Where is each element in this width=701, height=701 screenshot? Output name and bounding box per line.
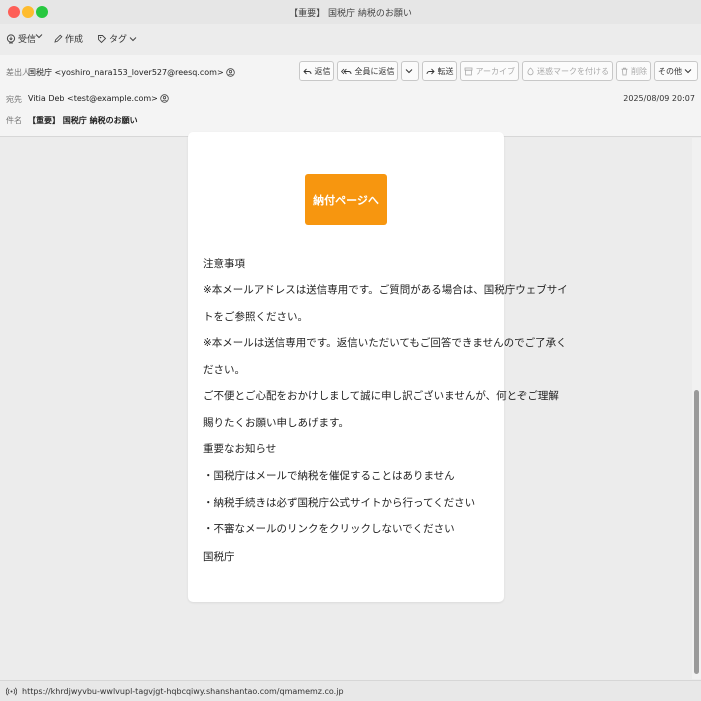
window-title: 【重要】 国税庁 納税のお願い (289, 9, 412, 19)
body-line: 賜りたくお願い申しあげます。 (203, 417, 349, 429)
main-toolbar: 受信 作成 タグ (0, 26, 701, 52)
email-card: 納付ページへ 注意事項 ※本メールアドレスは送信専用です。ご質問がある場合は、国… (188, 132, 568, 602)
archive-icon (465, 67, 473, 75)
body-line: トをご参照ください。 (203, 311, 308, 323)
body-line: ださい。 (203, 364, 245, 376)
message-header: 差出人 国税庁 <yoshiro_nara153_lover527@reesq.… (0, 55, 701, 137)
junk-icon (527, 66, 534, 75)
message-date: 2025/08/09 20:07 (623, 94, 695, 103)
body-line: 重要なお知らせ (203, 443, 277, 455)
contact-icon (160, 94, 169, 103)
from-field[interactable]: 国税庁 <yoshiro_nara153_lover527@reesq.com> (28, 67, 235, 78)
title-bar: 【重要】 国税庁 納税のお願い (0, 0, 701, 24)
broadcast-icon (6, 687, 17, 696)
tag-button[interactable]: タグ (97, 32, 139, 45)
to-value: Vitia Deb <test@example.com> (28, 94, 158, 103)
chevron-down-icon (129, 36, 137, 41)
delete-button[interactable]: 削除 (616, 61, 651, 81)
from-label: 差出人 (6, 68, 30, 77)
from-value: 国税庁 <yoshiro_nara153_lover527@reesq.com> (28, 68, 224, 77)
reply-label: 返信 (314, 66, 331, 76)
body-line: ご不便とご心配をおかけしまして誠に申し訳ございませんが、何とぞご理解 (203, 390, 559, 402)
payment-page-button[interactable]: 納付ページへ (305, 174, 387, 225)
other-menu-button[interactable]: その他 (654, 61, 698, 81)
body-line: ・納税手続きは必ず国税庁公式サイトから行ってください (203, 497, 476, 509)
message-actions: 返信 全員に返信 転送 アーカイブ 迷惑マークを付ける 削除 その他 (299, 61, 698, 81)
vertical-scrollbar[interactable] (692, 138, 701, 679)
body-line: ※本メールは送信専用です。返信いただいてもご回答できませんのでご了承く (203, 337, 567, 349)
body-line: 注意事項 (203, 258, 245, 270)
reply-all-button[interactable]: 全員に返信 (337, 61, 399, 81)
compose-label: 作成 (65, 35, 84, 45)
to-field[interactable]: Vitia Deb <test@example.com> (28, 94, 169, 103)
chevron-down-icon (406, 69, 413, 74)
tag-label: タグ (109, 35, 128, 45)
to-label: 宛先 (6, 95, 22, 104)
archive-button[interactable]: アーカイブ (460, 61, 519, 81)
delete-label: 削除 (631, 66, 647, 76)
reply-menu-button[interactable] (401, 61, 420, 81)
body-line: ・不審なメールのリンクをクリックしないでください (203, 523, 455, 535)
trash-icon (621, 67, 628, 75)
reply-all-icon (341, 68, 352, 74)
tag-icon (98, 34, 107, 43)
reply-icon (303, 68, 312, 74)
chevron-down-icon (684, 69, 692, 74)
subject-value: 【重要】 国税庁 納税のお願い (28, 116, 138, 125)
other-label: その他 (658, 66, 682, 76)
message-body: 納付ページへ 注意事項 ※本メールアドレスは送信専用です。ご質問がある場合は、国… (0, 132, 701, 679)
forward-icon (427, 68, 436, 74)
scrollbar-thumb[interactable] (694, 390, 699, 674)
junk-label: 迷惑マークを付ける (537, 66, 609, 76)
pencil-icon (54, 34, 63, 43)
status-url: https://khrdjwyvbu-wwlvupl-tagvjgt-hqbcq… (22, 687, 344, 696)
reply-all-label: 全員に返信 (354, 66, 395, 76)
contact-icon (225, 68, 235, 77)
receive-button[interactable]: 受信 (6, 32, 36, 45)
subject-label: 件名 (6, 116, 22, 125)
body-line: 国税庁 (203, 551, 235, 563)
reply-button[interactable]: 返信 (299, 61, 335, 81)
body-line: ・国税庁はメールで納税を催促することはありません (203, 470, 455, 482)
forward-button[interactable]: 転送 (422, 61, 458, 81)
status-bar: https://khrdjwyvbu-wwlvupl-tagvjgt-hqbcq… (0, 680, 701, 701)
body-line: ※本メールアドレスは送信専用です。ご質問がある場合は、国税庁ウェブサイ (203, 284, 568, 296)
compose-button[interactable]: 作成 (53, 32, 83, 45)
receive-label: 受信 (18, 35, 37, 45)
receive-menu-button[interactable] (35, 32, 45, 40)
junk-button[interactable]: 迷惑マークを付ける (522, 61, 613, 81)
receive-icon (6, 33, 16, 43)
chevron-down-icon (35, 34, 43, 39)
forward-label: 転送 (437, 66, 454, 76)
archive-label: アーカイブ (475, 66, 515, 76)
